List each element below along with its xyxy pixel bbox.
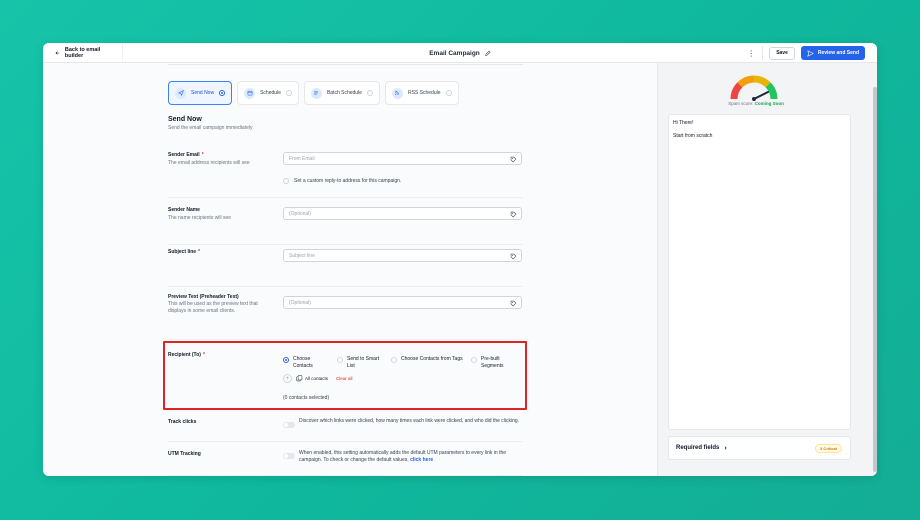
- sender-name-row: Sender Name The name recipients will see…: [168, 203, 523, 245]
- tab-label: Send Now: [191, 90, 215, 96]
- tag-icon[interactable]: [510, 300, 517, 307]
- send-icon: [807, 49, 814, 57]
- section-title: Send Now: [168, 116, 202, 123]
- top-bar: Back to email builder Email Campaign ⋮ S…: [43, 43, 877, 63]
- required-fields-label: Required fields: [676, 445, 720, 451]
- back-to-builder-link[interactable]: Back to email builder: [43, 43, 123, 62]
- back-link-label: Back to email builder: [64, 46, 101, 59]
- review-and-send-button[interactable]: Review and Send: [800, 46, 865, 60]
- utm-tracking-toggle[interactable]: [283, 453, 295, 459]
- tab-schedule[interactable]: Schedule: [237, 81, 299, 105]
- tab-batch-schedule[interactable]: Batch Schedule: [303, 81, 380, 105]
- send-mode-tabs: Send Now Schedule Batch Schedule RSS Sch…: [168, 81, 459, 105]
- required-fields-panel[interactable]: Required fields › 3 Critical: [668, 436, 851, 460]
- page-title: Email Campaign: [429, 43, 491, 63]
- reply-to-checkbox[interactable]: [283, 178, 289, 184]
- tab-label: Schedule: [260, 90, 281, 96]
- review-button-label: Review and Send: [817, 50, 859, 56]
- subject-input[interactable]: Subject line: [283, 249, 522, 262]
- calendar-icon: [244, 87, 256, 99]
- spam-score-gauge: [730, 75, 778, 101]
- tab-rss-schedule[interactable]: RSS Schedule: [384, 81, 459, 105]
- section-divider: [168, 63, 523, 65]
- tab-send-now[interactable]: Send Now: [168, 81, 233, 105]
- more-options-icon[interactable]: ⋮: [746, 46, 756, 60]
- main-form-area: Send Now Schedule Batch Schedule RSS Sch…: [43, 63, 657, 476]
- tab-radio[interactable]: [285, 90, 292, 96]
- critical-badge: 3 Critical: [815, 444, 842, 453]
- send-icon: [175, 87, 186, 99]
- preview-text-input[interactable]: (Optional): [283, 296, 522, 309]
- contacts-icon: [296, 375, 303, 382]
- field-label: Sender Email *: [168, 152, 204, 158]
- preview-greeting: Hi There!: [673, 120, 694, 126]
- utm-tracking-row: UTM Tracking When enabled, this setting …: [168, 444, 523, 476]
- sender-name-input[interactable]: (Optional): [283, 207, 522, 220]
- tab-label: Batch Schedule: [326, 90, 362, 96]
- option-radio[interactable]: [337, 357, 343, 363]
- tag-icon[interactable]: [510, 211, 517, 218]
- track-clicks-description: Discover which links were clicked, how m…: [299, 418, 520, 424]
- field-label: Sender Name: [168, 207, 200, 213]
- field-help: This will be used as the preview text th…: [168, 301, 258, 314]
- field-label: Subject line *: [168, 249, 201, 255]
- preview-body: Start from scratch: [673, 133, 713, 139]
- recipient-options: Choose Contacts Send to Smart List Choos…: [283, 356, 525, 370]
- tab-radio[interactable]: [366, 90, 373, 96]
- recipient-tools: + All contacts Clear all: [283, 374, 353, 383]
- recipient-option-tags[interactable]: Choose Contacts from Tags: [391, 356, 471, 370]
- option-radio[interactable]: [471, 357, 477, 363]
- section-subtitle: Send the email campaign immediately: [168, 125, 253, 131]
- field-help: The email address recipients will see: [168, 160, 250, 166]
- track-clicks-toggle[interactable]: [283, 422, 295, 428]
- tab-radio[interactable]: [219, 90, 226, 96]
- scrollbar[interactable]: [873, 87, 877, 472]
- batch-icon: [310, 87, 322, 99]
- sender-email-row: Sender Email * The email address recipien…: [168, 148, 523, 198]
- recipient-option-smart-list[interactable]: Send to Smart List: [337, 356, 391, 370]
- option-radio[interactable]: [391, 357, 397, 363]
- field-help: The name recipients will see: [168, 215, 232, 221]
- rss-icon: [391, 87, 403, 99]
- clear-all-link[interactable]: Clear all: [336, 376, 353, 381]
- divider: [762, 46, 764, 60]
- pencil-icon[interactable]: [484, 50, 491, 57]
- save-button[interactable]: Save: [769, 46, 795, 60]
- sender-email-input[interactable]: From Email: [283, 152, 522, 165]
- all-contacts-chip[interactable]: All contacts: [296, 375, 328, 382]
- field-label: Track clicks: [168, 419, 197, 425]
- contacts-selected-count: (0 contacts selected): [283, 395, 330, 401]
- recipient-option-choose-contacts[interactable]: Choose Contacts: [283, 356, 337, 370]
- recipient-option-segments[interactable]: Pre-built Segments: [471, 356, 525, 370]
- topbar-actions: ⋮ Save Review and Send: [746, 43, 865, 63]
- app-window: Back to email builder Email Campaign ⋮ S…: [43, 43, 877, 476]
- preview-text-row: Preview Text (Preheader Text) This will …: [168, 288, 523, 340]
- recipient-label: Recipient (To) *: [168, 352, 205, 358]
- option-radio[interactable]: [283, 357, 289, 363]
- field-label: Preview Text (Preheader Text): [168, 294, 239, 300]
- utm-click-here-link[interactable]: click here: [410, 457, 433, 463]
- campaign-title: Email Campaign: [429, 49, 480, 57]
- add-contact-button[interactable]: +: [283, 374, 292, 383]
- subject-row: Subject line * Subject line: [168, 245, 523, 287]
- arrow-left-icon: [55, 50, 60, 55]
- utm-description: When enabled, this setting automatically…: [299, 450, 507, 464]
- preview-panel: Spam score: Coming Soon Hi There! Start …: [657, 63, 877, 476]
- spam-score-label: Spam score: Coming Soon: [728, 101, 784, 106]
- reply-to-option[interactable]: Set a custom reply-to address for this c…: [283, 178, 401, 184]
- tag-icon[interactable]: [510, 156, 517, 163]
- tab-label: RSS Schedule: [407, 90, 441, 96]
- field-label: UTM Tracking: [168, 451, 201, 457]
- track-clicks-row: Track clicks Discover which links were c…: [168, 412, 523, 442]
- tab-radio[interactable]: [445, 90, 452, 96]
- chevron-right-icon: ›: [724, 444, 727, 452]
- tag-icon[interactable]: [510, 253, 517, 260]
- email-preview: Hi There! Start from scratch: [668, 114, 851, 430]
